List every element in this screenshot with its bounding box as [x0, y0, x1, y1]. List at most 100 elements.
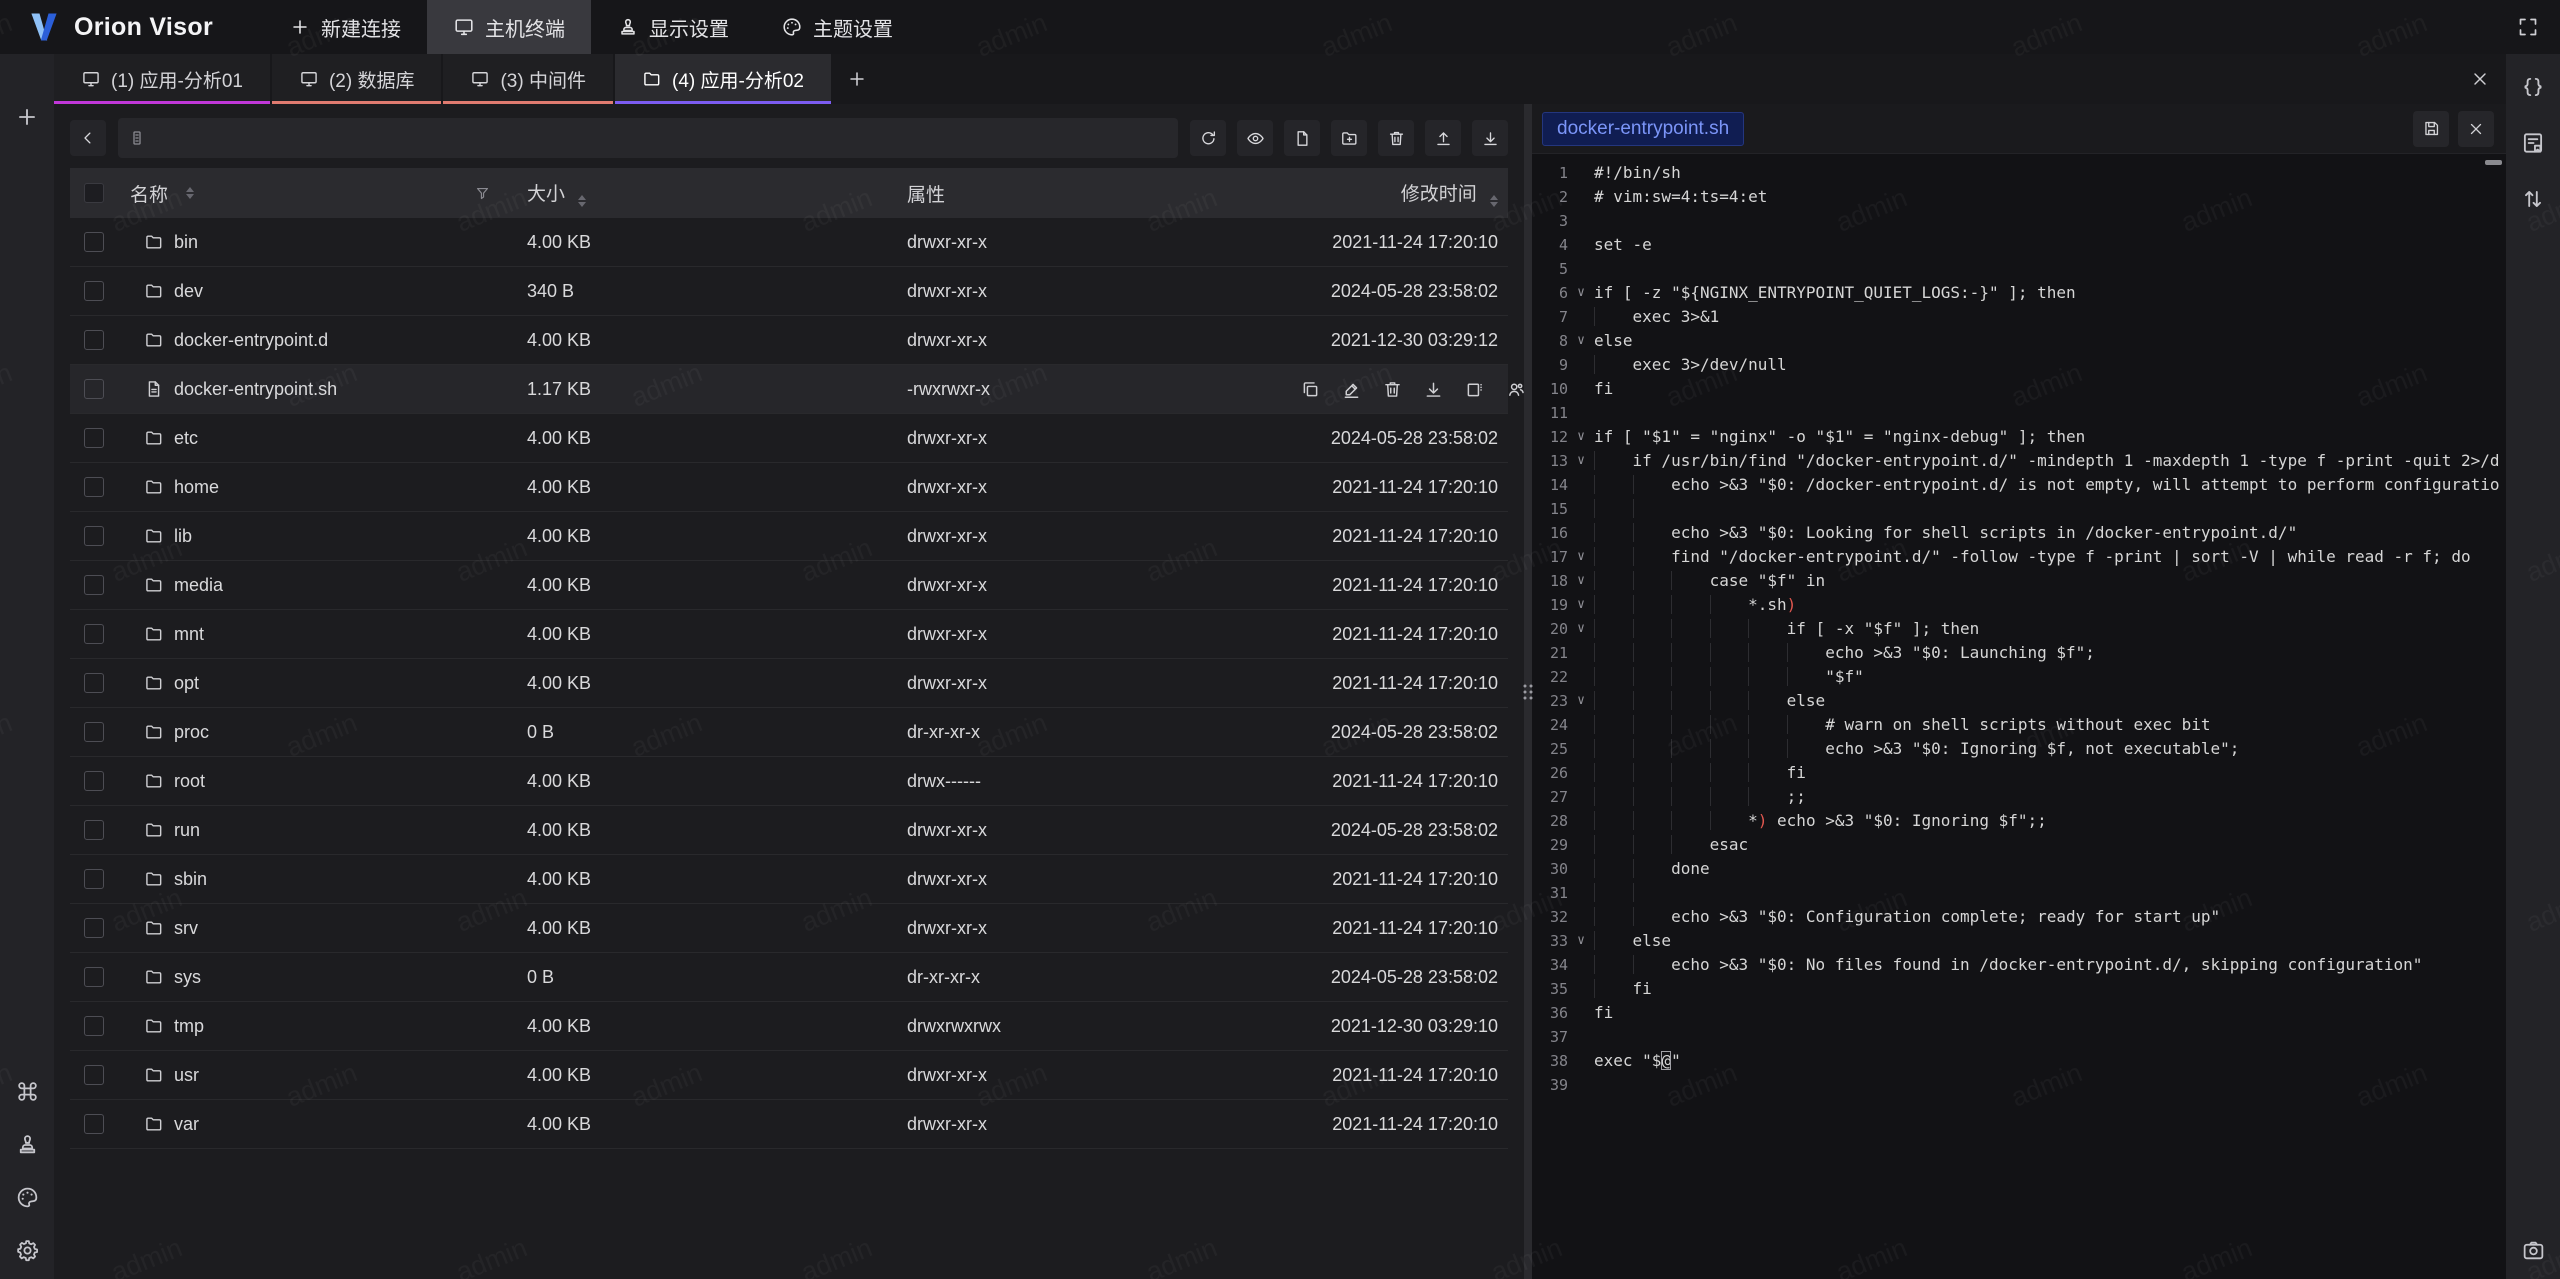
row-checkbox[interactable]	[84, 820, 104, 840]
code-line: 39	[1532, 1073, 2506, 1097]
row-action-delete-button[interactable]	[1382, 379, 1403, 400]
row-action-edit-button[interactable]	[1341, 379, 1362, 400]
theme-quick-button[interactable]	[15, 1185, 40, 1210]
tab-1[interactable]: (1) 应用-分析01	[54, 54, 270, 104]
select-all-checkbox[interactable]	[84, 183, 104, 203]
table-row[interactable]: lib4.00 KBdrwxr-xr-x2021-11-24 17:20:10	[70, 512, 1508, 561]
column-name[interactable]: 名称	[118, 180, 505, 207]
fold-chevron-icon[interactable]: ∨	[1568, 593, 1594, 617]
table-row[interactable]: var4.00 KBdrwxr-xr-x2021-11-24 17:20:10	[70, 1100, 1508, 1149]
back-button[interactable]	[70, 120, 106, 156]
new-folder-button[interactable]	[1331, 120, 1367, 156]
refresh-button[interactable]	[1190, 120, 1226, 156]
fold-chevron-icon[interactable]: ∨	[1568, 281, 1594, 305]
snippets-button[interactable]	[2520, 130, 2546, 156]
close-tab-button[interactable]	[2470, 69, 2490, 89]
row-action-move-button[interactable]	[1464, 379, 1485, 400]
delete-button[interactable]	[1378, 120, 1414, 156]
fold-chevron-icon[interactable]: ∨	[1568, 929, 1594, 953]
row-checkbox[interactable]	[84, 722, 104, 742]
save-button[interactable]	[2413, 111, 2449, 147]
toggle-hidden-button[interactable]	[1237, 120, 1273, 156]
table-row[interactable]: proc0 Bdr-xr-xr-x2024-05-28 23:58:02	[70, 708, 1508, 757]
table-row[interactable]: run4.00 KBdrwxr-xr-x2024-05-28 23:58:02	[70, 806, 1508, 855]
tab-3[interactable]: (3) 中间件	[443, 54, 613, 104]
row-checkbox[interactable]	[84, 1065, 104, 1085]
row-action-permissions-button[interactable]	[1505, 379, 1526, 400]
row-checkbox[interactable]	[84, 673, 104, 693]
row-checkbox[interactable]	[84, 1114, 104, 1134]
nav-theme-settings[interactable]: 主题设置	[755, 0, 919, 54]
row-checkbox[interactable]	[84, 428, 104, 448]
line-number: 7	[1532, 305, 1568, 329]
row-checkbox[interactable]	[84, 1016, 104, 1036]
editor-close-button[interactable]	[2458, 111, 2494, 147]
table-row[interactable]: etc4.00 KBdrwxr-xr-x2024-05-28 23:58:02	[70, 414, 1508, 463]
screenshot-button[interactable]	[2521, 1238, 2546, 1263]
fold-chevron-icon[interactable]: ∨	[1568, 425, 1594, 449]
row-checkbox[interactable]	[84, 624, 104, 644]
table-row[interactable]: sys0 Bdr-xr-xr-x2024-05-28 23:58:02	[70, 953, 1508, 1002]
table-row[interactable]: usr4.00 KBdrwxr-xr-x2021-11-24 17:20:10	[70, 1051, 1508, 1100]
transfer-list-button[interactable]	[2520, 186, 2546, 212]
upload-button[interactable]	[1425, 120, 1461, 156]
code-editor[interactable]: 1#!/bin/sh2# vim:sw=4:ts=4:et34set -e56∨…	[1532, 154, 2506, 1279]
row-checkbox[interactable]	[84, 869, 104, 889]
table-row[interactable]: tmp4.00 KBdrwxrwxrwx2021-12-30 03:29:10	[70, 1002, 1508, 1051]
column-time[interactable]: 修改时间	[1300, 179, 1508, 207]
new-file-button[interactable]	[1284, 120, 1320, 156]
table-row[interactable]: docker-entrypoint.d4.00 KBdrwxr-xr-x2021…	[70, 316, 1508, 365]
table-row[interactable]: opt4.00 KBdrwxr-xr-x2021-11-24 17:20:10	[70, 659, 1508, 708]
row-checkbox[interactable]	[84, 967, 104, 987]
fold-chevron-icon[interactable]: ∨	[1568, 449, 1594, 473]
fold-chevron-icon[interactable]: ∨	[1568, 569, 1594, 593]
column-size[interactable]: 大小	[505, 179, 885, 207]
variables-button[interactable]	[2520, 74, 2546, 100]
new-tab-button[interactable]	[833, 54, 881, 104]
row-checkbox[interactable]	[84, 330, 104, 350]
sort-name-icon[interactable]	[186, 187, 194, 199]
fullscreen-button[interactable]	[2516, 15, 2540, 39]
nav-display-settings[interactable]: 显示设置	[591, 0, 755, 54]
nav-host-terminal[interactable]: 主机终端	[427, 0, 591, 54]
tab-2[interactable]: (2) 数据库	[272, 54, 442, 104]
table-row[interactable]: home4.00 KBdrwxr-xr-x2021-11-24 17:20:10	[70, 463, 1508, 512]
row-action-download-button[interactable]	[1423, 379, 1444, 400]
panel-splitter[interactable]	[1524, 104, 1532, 1279]
fold-chevron-icon[interactable]: ∨	[1568, 617, 1594, 641]
row-checkbox[interactable]	[84, 918, 104, 938]
filter-icon[interactable]	[474, 185, 491, 202]
fold-chevron-icon[interactable]: ∨	[1568, 545, 1594, 569]
sort-time-icon[interactable]	[1490, 195, 1498, 207]
table-row[interactable]: mnt4.00 KBdrwxr-xr-x2021-11-24 17:20:10	[70, 610, 1508, 659]
tab-4[interactable]: (4) 应用-分析02	[615, 54, 831, 104]
sort-size-icon[interactable]	[578, 195, 586, 207]
shortcut-keys-button[interactable]	[15, 1079, 40, 1104]
row-checkbox[interactable]	[84, 771, 104, 791]
row-checkbox[interactable]	[84, 232, 104, 252]
table-row[interactable]: sbin4.00 KBdrwxr-xr-x2021-11-24 17:20:10	[70, 855, 1508, 904]
row-checkbox[interactable]	[84, 477, 104, 497]
row-checkbox[interactable]	[84, 379, 104, 399]
row-checkbox[interactable]	[84, 281, 104, 301]
table-row[interactable]: bin4.00 KBdrwxr-xr-x2021-11-24 17:20:10	[70, 218, 1508, 267]
settings-button[interactable]	[15, 1238, 40, 1263]
table-row[interactable]: srv4.00 KBdrwxr-xr-x2021-11-24 17:20:10	[70, 904, 1508, 953]
row-checkbox[interactable]	[84, 526, 104, 546]
download-button[interactable]	[1472, 120, 1508, 156]
row-action-copy-button[interactable]	[1300, 379, 1321, 400]
table-row[interactable]: media4.00 KBdrwxr-xr-x2021-11-24 17:20:1…	[70, 561, 1508, 610]
fold-chevron-icon[interactable]: ∨	[1568, 329, 1594, 353]
display-quick-button[interactable]	[15, 1132, 40, 1157]
table-row[interactable]: dev340 Bdrwxr-xr-x2024-05-28 23:58:02	[70, 267, 1508, 316]
table-row[interactable]: root4.00 KBdrwx------2021-11-24 17:20:10	[70, 757, 1508, 806]
code-text: set -e	[1594, 233, 2506, 257]
brand-title: Orion Visor	[74, 13, 213, 42]
table-row[interactable]: docker-entrypoint.sh1.17 KB-rwxrwxr-x	[70, 365, 1508, 414]
editor-scrollbar[interactable]	[2485, 160, 2502, 165]
new-terminal-button[interactable]	[14, 104, 40, 130]
path-input[interactable]	[146, 118, 1178, 158]
fold-chevron-icon[interactable]: ∨	[1568, 689, 1594, 713]
nav-new-connection[interactable]: 新建连接	[263, 0, 427, 54]
row-checkbox[interactable]	[84, 575, 104, 595]
